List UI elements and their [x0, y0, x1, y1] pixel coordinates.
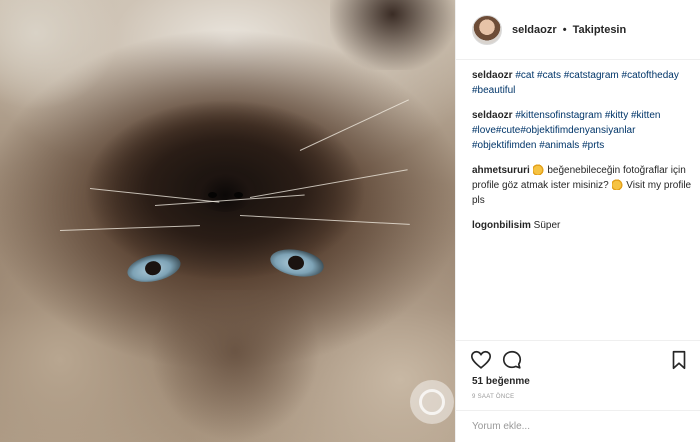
hashtag-link[interactable]: #kitty [605, 110, 628, 121]
hashtag-link[interactable]: #cute [496, 125, 520, 136]
cat-nostril [208, 192, 217, 198]
cat-eye-right [268, 245, 326, 281]
cat-whisker [239, 215, 410, 225]
post-side-panel: seldaozr • Takiptesin seldaozr #cat #cat… [455, 0, 700, 442]
watermark-logo [410, 380, 454, 424]
cat-whisker [249, 169, 408, 198]
post-header: seldaozr • Takiptesin [456, 0, 700, 60]
save-button[interactable] [668, 349, 690, 371]
author-line: seldaozr • Takiptesin [512, 24, 626, 36]
hashtag-link[interactable]: #cats [537, 70, 561, 81]
pointing-hand-emoji-icon [611, 179, 624, 190]
action-bar [456, 340, 700, 378]
comment-item: ahmetsururi beğenebileceğin fotoğraflar … [472, 163, 692, 208]
comment-item: seldaozr #kittensofinstagram #kitty #kit… [472, 108, 692, 153]
separator-dot: • [562, 23, 567, 36]
comment-list: seldaozr #cat #cats #catstagram #catofth… [472, 68, 692, 243]
cat-nose [195, 170, 255, 212]
hashtag-link[interactable]: #prts [582, 140, 604, 151]
fur-highlight [0, 0, 120, 110]
cat-ear [330, 0, 455, 70]
hashtag-link[interactable]: #love [472, 125, 496, 136]
follow-status[interactable]: Takiptesin [573, 24, 627, 36]
hashtag-link[interactable]: #catoftheday [622, 70, 679, 81]
cat-nostril [234, 192, 243, 198]
comment-username[interactable]: ahmetsururi [472, 165, 530, 176]
comment-username[interactable]: logonbilisim [472, 220, 531, 231]
comment-username[interactable]: seldaozr [472, 110, 513, 121]
hashtag-link[interactable]: #objektifimden [472, 140, 536, 151]
comment-item: logonbilisim Süper [472, 218, 692, 233]
hashtag-link[interactable]: #catstagram [564, 70, 619, 81]
comment-button[interactable] [501, 349, 523, 371]
cat-eye-left [124, 249, 184, 287]
cat-pupil [286, 254, 306, 272]
post-timestamp: 9 SAAT ÖNCE [472, 394, 515, 400]
like-button[interactable] [470, 349, 492, 371]
author-avatar[interactable] [472, 14, 502, 45]
hashtag-link[interactable]: #beautiful [472, 85, 515, 96]
likes-count[interactable]: 51 beğenme [472, 376, 530, 387]
comment-text: Süper [533, 220, 561, 231]
bookmark-icon [672, 350, 686, 370]
add-comment-bar [456, 410, 700, 442]
cat-whisker [59, 225, 200, 231]
hashtag-link[interactable]: #kitten [631, 110, 660, 121]
cat-chin [150, 290, 320, 442]
hashtag-link[interactable]: #cat [515, 70, 534, 81]
add-comment-input[interactable] [472, 421, 685, 432]
author-username[interactable]: seldaozr [512, 24, 557, 36]
post-photo[interactable] [0, 0, 455, 442]
watermark-ring [419, 389, 445, 415]
hashtag-link[interactable]: #objektifimdenyansiyanlar [520, 125, 635, 136]
comment-bubble-icon [502, 350, 522, 369]
comment-item: seldaozr #cat #cats #catstagram #catofth… [472, 68, 692, 98]
pointing-hand-emoji-icon [532, 164, 545, 175]
heart-icon [471, 350, 491, 369]
hashtag-link[interactable]: #animals [539, 140, 579, 151]
cat-whisker [299, 99, 409, 151]
comment-username[interactable]: seldaozr [472, 70, 513, 81]
hashtag-link[interactable]: #kittensofinstagram [515, 110, 602, 121]
cat-pupil [143, 259, 163, 277]
instagram-post: seldaozr • Takiptesin seldaozr #cat #cat… [0, 0, 700, 442]
